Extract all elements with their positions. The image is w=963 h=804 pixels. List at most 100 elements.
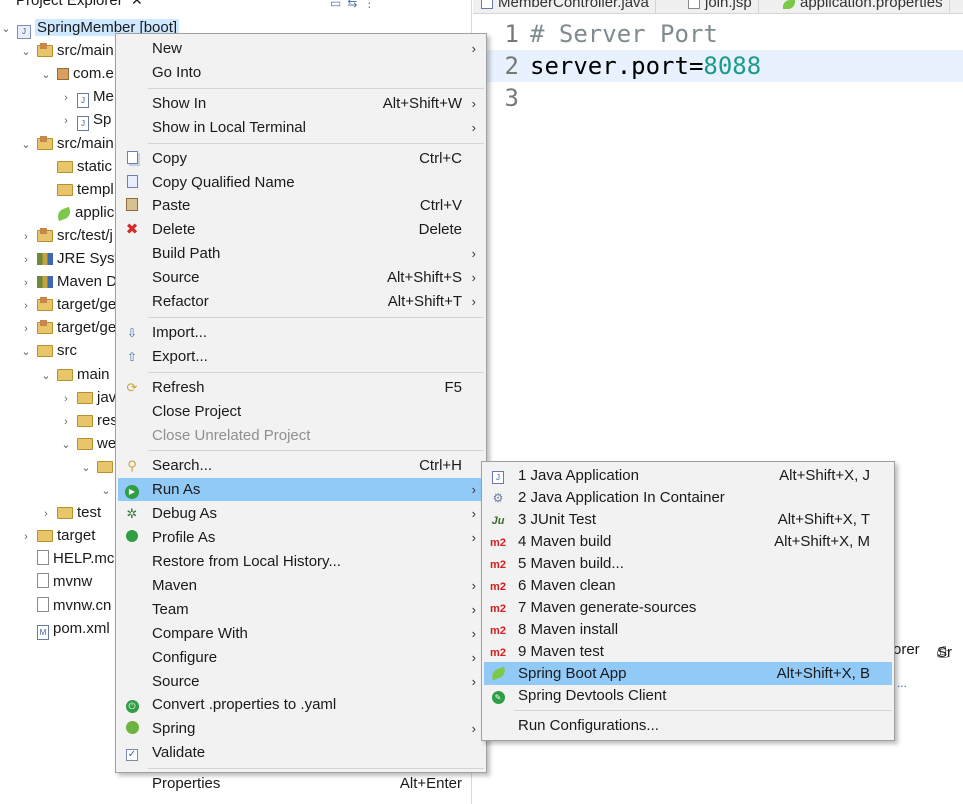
tree-item[interactable]: › Maven D: [20, 271, 117, 293]
menu-item-restore-from-local-history[interactable]: Restore from Local History...: [118, 550, 484, 573]
menu-item-3-junit-test[interactable]: Ju 3 JUnit Test Alt+Shift+X, T: [484, 508, 892, 531]
tree-item[interactable]: ⌄ com.e: [40, 63, 113, 86]
menu-item-2-java-application-in-container[interactable]: ⚙ 2 Java Application In Container: [484, 486, 892, 509]
tree-item[interactable]: › test: [40, 502, 101, 524]
tree-item[interactable]: applic: [40, 202, 114, 224]
menu-item-5-maven-build[interactable]: m2 5 Maven build...: [484, 552, 892, 575]
menu-item-maven[interactable]: Maven ›: [118, 574, 484, 597]
menu-item-compare-with[interactable]: Compare With ›: [118, 622, 484, 645]
chevron-right-icon[interactable]: ›: [60, 110, 72, 132]
tree-item[interactable]: Mpom.xml: [20, 618, 110, 640]
tree-item[interactable]: › target/ge: [20, 294, 116, 316]
link-editor-icon[interactable]: ⇆: [347, 0, 363, 10]
menu-item-import[interactable]: ⇩ Import...: [118, 321, 484, 344]
menu-item-7-maven-generate-sources[interactable]: m2 7 Maven generate-sources: [484, 596, 892, 619]
menu-item-debug-as[interactable]: ✲ Debug As ›: [118, 502, 484, 525]
menu-item-8-maven-install[interactable]: m2 8 Maven install: [484, 618, 892, 641]
menu-item-copy-qualified-name[interactable]: Copy Qualified Name: [118, 171, 484, 194]
menu-item-profile-as[interactable]: Profile As ›: [118, 526, 484, 549]
bottom-panel-tab[interactable]: orer: [893, 641, 920, 658]
menu-item-delete[interactable]: ✖ Delete Delete: [118, 218, 484, 241]
chevron-right-icon[interactable]: ›: [20, 295, 32, 317]
chevron-right-icon[interactable]: ›: [20, 526, 32, 548]
menu-item-source[interactable]: Source Alt+Shift+S ›: [118, 266, 484, 289]
chevron-right-icon[interactable]: ›: [60, 388, 72, 410]
menu-item-team[interactable]: Team ›: [118, 598, 484, 621]
menu-item-paste[interactable]: Paste Ctrl+V: [118, 194, 484, 217]
chevron-right-icon[interactable]: ›: [40, 503, 52, 525]
tree-item[interactable]: templ: [40, 179, 114, 201]
chevron-right-icon[interactable]: ›: [60, 87, 72, 109]
menu-item-search[interactable]: ⚲ Search... Ctrl+H: [118, 454, 484, 477]
chevron-right-icon[interactable]: ›: [60, 411, 72, 433]
tree-item[interactable]: ⌄: [80, 456, 117, 478]
tree-item[interactable]: ⌄ we: [60, 433, 116, 455]
chevron-down-icon[interactable]: ⌄: [40, 64, 52, 86]
tree-item[interactable]: ⌄ src/main: [20, 133, 113, 156]
menu-item-configure[interactable]: Configure ›: [118, 646, 484, 669]
tree-item[interactable]: › target/ge: [20, 317, 116, 339]
chevron-right-icon[interactable]: ›: [20, 226, 32, 248]
menu-item-1-java-application[interactable]: J 1 Java Application Alt+Shift+X, J: [484, 464, 892, 487]
menu-item-properties[interactable]: Properties Alt+Enter: [118, 772, 484, 795]
menu-item-copy[interactable]: Copy Ctrl+C: [118, 147, 484, 170]
tree-item[interactable]: › J Sp: [60, 109, 111, 132]
menu-item-show-in[interactable]: Show In Alt+Shift+W ›: [118, 92, 484, 115]
menu-item-go-into[interactable]: Go Into: [118, 61, 484, 84]
chevron-down-icon[interactable]: ⌄: [20, 41, 32, 63]
tree-item[interactable]: mvnw: [20, 571, 92, 593]
menu-item-export[interactable]: ⇧ Export...: [118, 345, 484, 368]
project-explorer-tab[interactable]: Project Explorer ✕: [0, 0, 160, 12]
menu-item-new[interactable]: New ›: [118, 37, 484, 60]
chevron-right-icon[interactable]: ›: [20, 249, 32, 271]
tree-item[interactable]: › res: [60, 410, 118, 432]
tree-item[interactable]: › J Me: [60, 86, 114, 109]
maven-icon: m2: [490, 581, 506, 593]
menu-item-build-path[interactable]: Build Path ›: [118, 242, 484, 265]
menu-item-4-maven-build[interactable]: m2 4 Maven build Alt+Shift+X, M: [484, 530, 892, 553]
menu-item-close-project[interactable]: Close Project: [118, 400, 484, 423]
chevron-right-icon[interactable]: ›: [20, 272, 32, 294]
menu-item-label: Copy: [152, 149, 188, 167]
tree-item[interactable]: › jav: [60, 387, 116, 409]
tree-item[interactable]: › JRE Syste: [20, 248, 127, 270]
menu-item-9-maven-test[interactable]: m2 9 Maven test: [484, 640, 892, 663]
chevron-down-icon[interactable]: ⌄: [20, 134, 32, 156]
menu-item-spring-devtools-client[interactable]: ✎ Spring Devtools Client: [484, 684, 892, 707]
chevron-right-icon[interactable]: ›: [20, 318, 32, 340]
menu-item-spring[interactable]: Spring ›: [118, 717, 484, 740]
close-icon[interactable]: ✕: [131, 0, 143, 9]
menu-item-show-in-local-terminal[interactable]: Show in Local Terminal ›: [118, 116, 484, 139]
menu-item-validate[interactable]: ✓ Validate: [118, 741, 484, 764]
tree-item[interactable]: › src/test/j: [20, 225, 113, 247]
tree-item[interactable]: ⌄ src: [20, 340, 77, 362]
menu-item-convert-properties-to-yaml[interactable]: ⏻ Convert .properties to .yaml: [118, 693, 484, 716]
tree-item[interactable]: HELP.mc: [20, 548, 114, 570]
chevron-down-icon[interactable]: ⌄: [80, 457, 92, 479]
tree-item[interactable]: mvnw.cn: [20, 595, 111, 617]
chevron-down-icon[interactable]: ⌄: [20, 341, 32, 363]
menu-item-run-configurations[interactable]: Run Configurations...: [484, 714, 892, 737]
menu-item-6-maven-clean[interactable]: m2 6 Maven clean: [484, 574, 892, 597]
tree-item[interactable]: static: [40, 156, 112, 178]
bottom-panel-link[interactable]: ...: [897, 676, 907, 690]
tree-item[interactable]: ⌄: [100, 479, 112, 501]
editor-tab-application-properties[interactable]: application.properties: [775, 0, 950, 14]
menu-item-spring-boot-app[interactable]: Spring Boot App Alt+Shift+X, B: [484, 662, 892, 685]
editor-tab-join-jsp[interactable]: join.jsp: [680, 0, 759, 14]
tree-item[interactable]: ⌄ main: [40, 364, 109, 387]
editor-tab-membercontroller-java[interactable]: MemberController.java: [473, 0, 656, 14]
menu-item-run-as[interactable]: ▶ Run As ›: [118, 478, 484, 502]
chevron-down-icon[interactable]: ⌄: [100, 480, 112, 502]
chevron-down-icon[interactable]: ⌄: [60, 434, 72, 456]
chevron-down-icon[interactable]: ⌄: [40, 365, 52, 387]
chevron-down-icon[interactable]: ⌄: [0, 18, 12, 40]
menu-item-source[interactable]: Source ›: [118, 670, 484, 693]
collapse-all-icon[interactable]: ▭: [330, 0, 347, 10]
view-menu-icon[interactable]: ⋮: [363, 0, 381, 10]
tree-item[interactable]: › target: [20, 525, 95, 547]
menu-item-refactor[interactable]: Refactor Alt+Shift+T ›: [118, 290, 484, 313]
submenu-arrow-icon: ›: [471, 246, 476, 262]
menu-item-refresh[interactable]: ⟳ Refresh F5: [118, 376, 484, 399]
tree-item[interactable]: ⌄ src/main: [20, 40, 113, 63]
